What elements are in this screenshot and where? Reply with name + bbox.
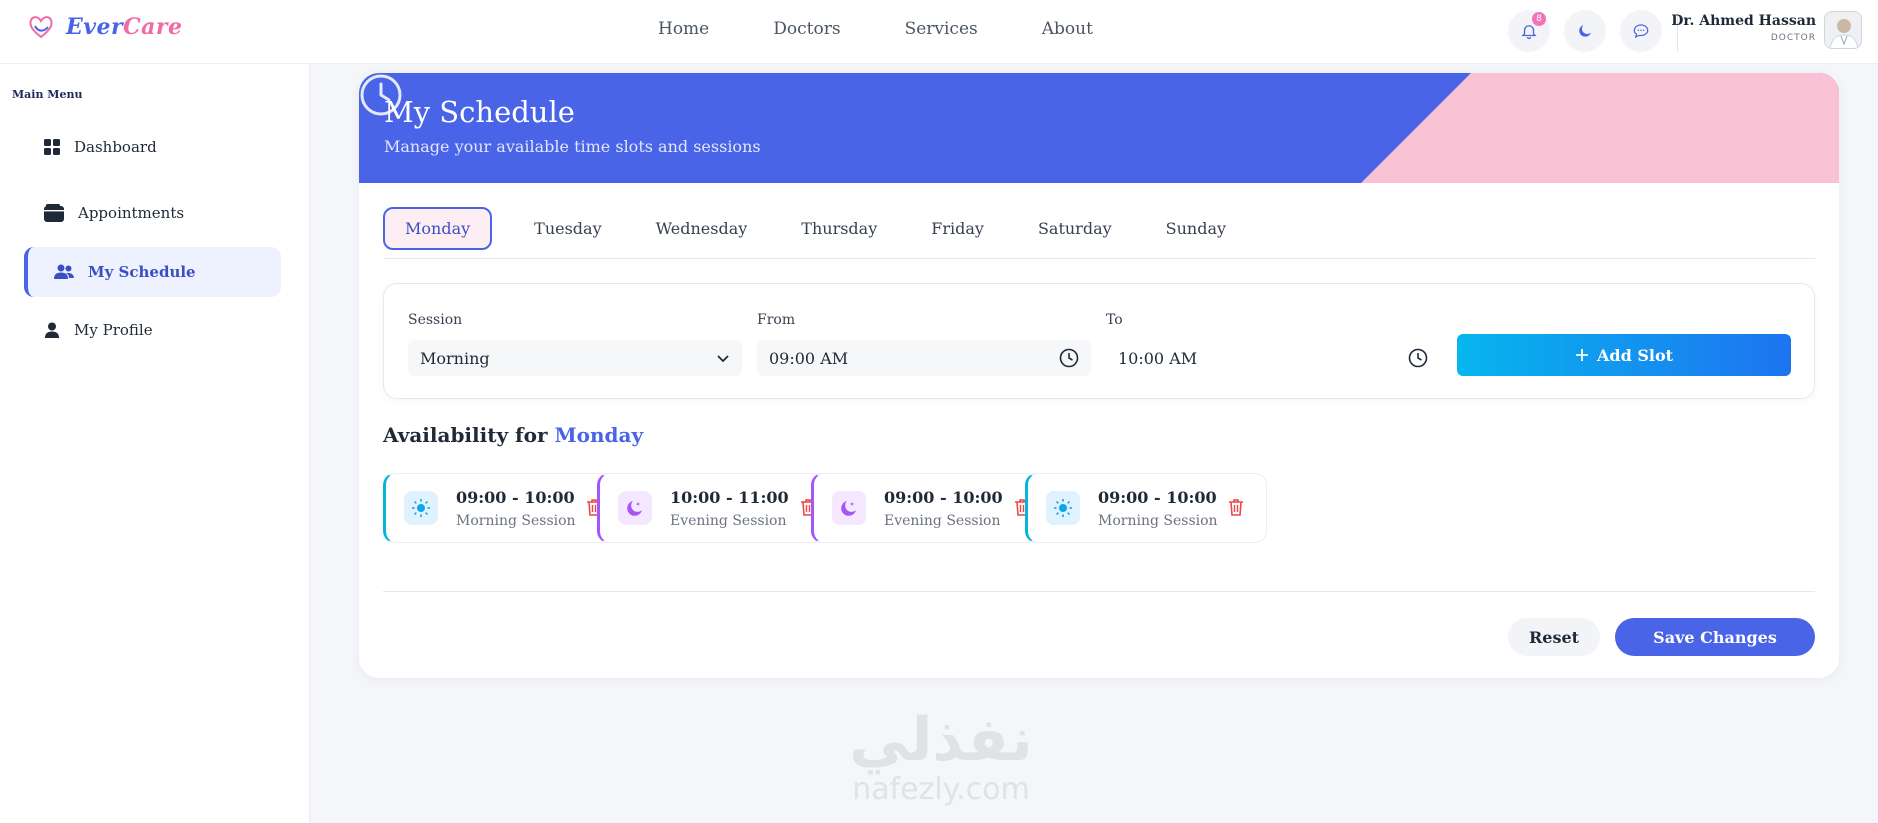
- reset-button[interactable]: Reset: [1508, 618, 1600, 656]
- sidebar-item-label: My Profile: [74, 321, 153, 339]
- main-nav: Home Doctors Services About: [658, 19, 1093, 39]
- plus-icon: [1575, 349, 1588, 361]
- slot-session: Morning Session: [456, 512, 576, 529]
- tab-sunday[interactable]: Sunday: [1154, 209, 1238, 248]
- theme-toggle-button[interactable]: [1564, 10, 1606, 52]
- slot-session: Evening Session: [884, 512, 1001, 529]
- tab-monday[interactable]: Monday: [383, 207, 493, 250]
- moon-stars-icon: [832, 491, 866, 525]
- doctor-avatar-icon: [1825, 12, 1861, 48]
- sidebar-item-my-schedule[interactable]: My Schedule: [24, 247, 281, 297]
- nav-about[interactable]: About: [1042, 19, 1093, 39]
- page-subtitle: Manage your available time slots and ses…: [384, 137, 761, 156]
- heart-logo-icon: [29, 16, 53, 39]
- tabs-divider: [383, 258, 1815, 259]
- tab-wednesday[interactable]: Wednesday: [644, 209, 760, 248]
- nav-services[interactable]: Services: [905, 19, 978, 39]
- top-actions: 8: [1508, 10, 1662, 52]
- sidebar-item-my-profile[interactable]: My Profile: [24, 305, 281, 355]
- tab-thursday[interactable]: Thursday: [789, 209, 889, 248]
- availability-heading: Availability for Monday: [383, 423, 643, 447]
- add-slot-button[interactable]: Add Slot: [1457, 334, 1791, 376]
- schedule-card: My Schedule Manage your available time s…: [359, 73, 1839, 678]
- clock-icon[interactable]: [1408, 348, 1428, 368]
- trash-icon[interactable]: [1228, 498, 1244, 516]
- sidebar-item-appointments[interactable]: Appointments: [24, 188, 281, 238]
- notifications-button[interactable]: 8: [1508, 10, 1550, 52]
- clock-icon[interactable]: [1059, 348, 1079, 368]
- from-time-input[interactable]: 09:00 AM: [757, 340, 1091, 376]
- person-icon: [45, 322, 59, 338]
- slot-time: 10:00 - 11:00: [670, 487, 789, 507]
- avatar[interactable]: [1824, 11, 1862, 49]
- add-slot-form: Session Morning From 09:00 AM To 10:00 A…: [383, 283, 1815, 399]
- moon-stars-icon: [618, 491, 652, 525]
- nav-home[interactable]: Home: [658, 19, 709, 39]
- clock-icon: [360, 74, 402, 116]
- user-name: Dr. Ahmed Hassan: [1671, 13, 1816, 29]
- page-title: My Schedule: [384, 95, 575, 129]
- schedule-hero: My Schedule Manage your available time s…: [359, 73, 1839, 183]
- slot-card: 09:00 - 10:00 Evening Session: [811, 473, 1053, 543]
- session-label: Session: [408, 312, 463, 328]
- slot-card: 09:00 - 10:00 Morning Session: [383, 473, 625, 543]
- availability-prefix: Availability for: [383, 423, 548, 447]
- moon-icon: [1579, 25, 1591, 37]
- watermark-arabic: نفذلي: [849, 705, 1033, 775]
- brand-name-part2: Care: [123, 14, 183, 40]
- nav-doctors[interactable]: Doctors: [773, 19, 840, 39]
- sun-icon: [1046, 491, 1080, 525]
- sidebar: Main Menu Dashboard Appointments My Sche…: [0, 64, 310, 823]
- from-time-value: 09:00 AM: [769, 348, 849, 368]
- user-info[interactable]: Dr. Ahmed Hassan DOCTOR: [1671, 13, 1816, 43]
- users-icon: [54, 264, 74, 279]
- grid-icon: [44, 139, 60, 155]
- slot-card: 10:00 - 11:00 Evening Session: [597, 473, 839, 543]
- session-select-value: Morning: [420, 348, 490, 368]
- sidebar-item-label: Dashboard: [74, 138, 157, 156]
- tab-tuesday[interactable]: Tuesday: [522, 209, 613, 248]
- slot-time: 09:00 - 10:00: [1098, 487, 1217, 507]
- sun-icon: [404, 491, 438, 525]
- messages-button[interactable]: [1620, 10, 1662, 52]
- brand-name-part1: Ever: [66, 14, 124, 40]
- tab-friday[interactable]: Friday: [919, 209, 996, 248]
- slot-time: 09:00 - 10:00: [884, 487, 1003, 507]
- chat-icon: [1633, 24, 1649, 39]
- to-label: To: [1106, 312, 1123, 328]
- slot-session: Morning Session: [1098, 512, 1218, 529]
- to-time-value: 10:00 AM: [1118, 348, 1198, 368]
- from-label: From: [757, 312, 796, 328]
- availability-day: Monday: [554, 423, 644, 447]
- top-navbar: EverCare Home Doctors Services About 8 D…: [0, 0, 1878, 64]
- sidebar-item-label: My Schedule: [88, 263, 196, 281]
- to-time-input[interactable]: 10:00 AM: [1106, 340, 1440, 376]
- slot-card: 09:00 - 10:00 Morning Session: [1025, 473, 1267, 543]
- save-changes-button[interactable]: Save Changes: [1615, 618, 1815, 656]
- slot-session: Evening Session: [670, 512, 787, 529]
- day-tabs: Monday Tuesday Wednesday Thursday Friday…: [383, 207, 1238, 250]
- tab-saturday[interactable]: Saturday: [1026, 209, 1124, 248]
- sidebar-title: Main Menu: [12, 88, 83, 101]
- actions-divider: [383, 591, 1815, 592]
- sidebar-item-dashboard[interactable]: Dashboard: [24, 122, 281, 172]
- session-select[interactable]: Morning: [408, 340, 742, 376]
- chevron-down-icon: [717, 355, 729, 363]
- slot-time: 09:00 - 10:00: [456, 487, 575, 507]
- notification-badge: 8: [1532, 12, 1546, 26]
- user-role: DOCTOR: [1770, 33, 1816, 43]
- sidebar-item-label: Appointments: [78, 204, 185, 222]
- hero-background: [359, 73, 1839, 183]
- brand-logo[interactable]: EverCare: [26, 12, 183, 42]
- wallet-icon: [44, 204, 64, 222]
- watermark-latin: nafezly.com: [852, 772, 1030, 807]
- add-slot-label: Add Slot: [1596, 345, 1674, 365]
- watermark: نفذلي nafezly.com: [832, 708, 1050, 808]
